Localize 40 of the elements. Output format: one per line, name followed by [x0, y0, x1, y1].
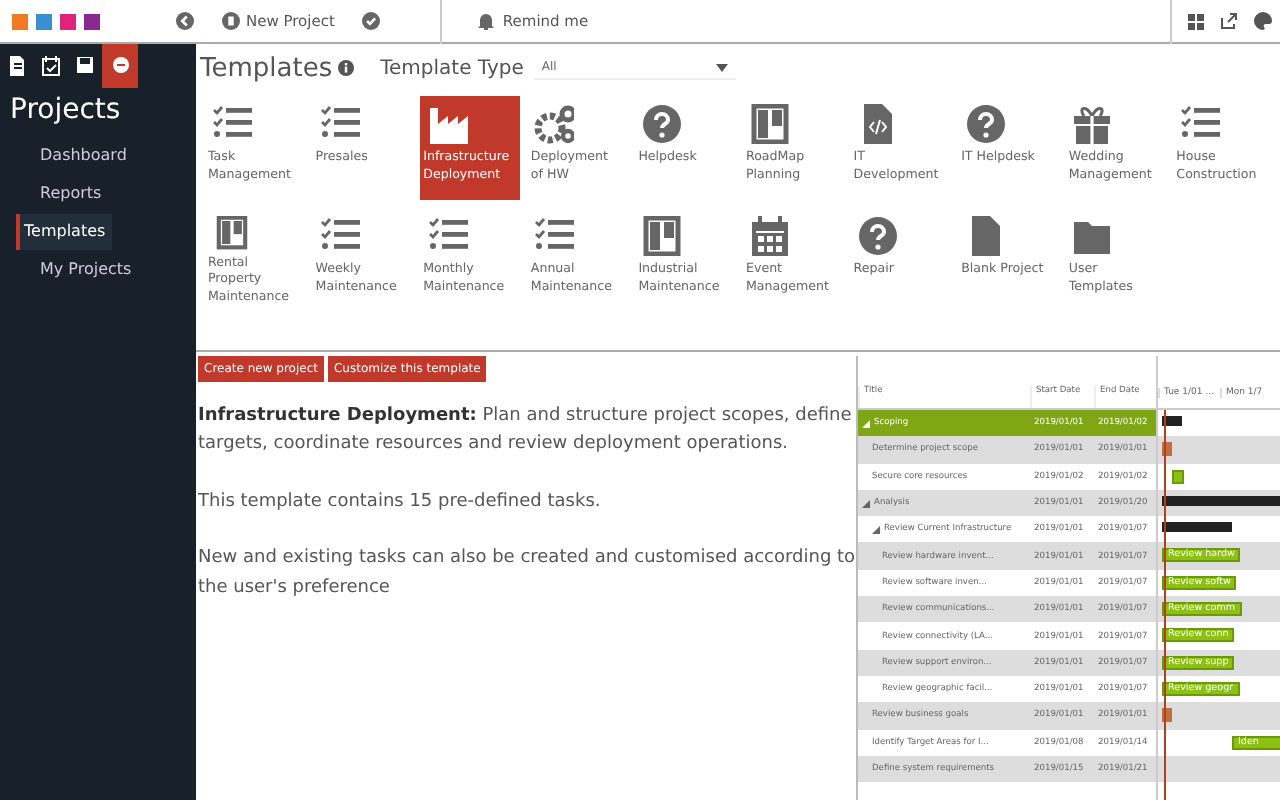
gears-icon — [534, 104, 575, 144]
description-text: Infrastructure Deployment: Plan and structure project scopes, define targets, coordinate resources and review deployment operations. — [198, 404, 854, 459]
share-icon[interactable] — [1220, 12, 1238, 30]
sidebar-item[interactable]: My Projects — [16, 252, 132, 288]
filter-label: Template Type — [380, 57, 524, 79]
circle-icon — [111, 56, 129, 76]
question-icon — [965, 104, 1006, 144]
task-bar — [1172, 469, 1184, 484]
question-icon — [642, 104, 683, 144]
summary-bar — [1162, 522, 1232, 533]
info-icon — [338, 60, 355, 76]
calendar-icon — [749, 216, 790, 256]
question-icon — [857, 216, 898, 256]
gift-icon — [1072, 104, 1113, 144]
save-icon — [76, 56, 94, 76]
calendar-icon — [42, 56, 60, 76]
sidebar-item[interactable]: Dashboard — [16, 138, 127, 174]
description-text: This template contains 15 pre-defined tasks. — [198, 489, 603, 516]
page-title: Templates — [200, 53, 333, 83]
bell-icon — [478, 12, 495, 30]
back-icon[interactable] — [176, 12, 194, 30]
board-icon — [642, 216, 683, 256]
board-icon — [212, 216, 252, 249]
palette-icon[interactable] — [1254, 12, 1272, 30]
grid-icon[interactable] — [1188, 13, 1204, 29]
logo-icon — [12, 13, 100, 29]
sidebar-item[interactable]: Reports — [16, 176, 102, 212]
board-icon — [749, 104, 790, 144]
description-text: New and existing tasks can also be created and customised according to the user's preference — [198, 546, 856, 602]
folder-icon — [1072, 216, 1113, 256]
document-icon — [8, 56, 26, 76]
factory-icon — [427, 104, 468, 144]
collapse-icon[interactable] — [872, 525, 880, 534]
summary-bar — [1162, 416, 1182, 426]
collapse-icon[interactable] — [862, 499, 870, 508]
caret-icon — [716, 63, 729, 71]
sidebar-title: Projects — [8, 92, 123, 130]
collapse-icon[interactable] — [862, 419, 870, 428]
check-icon[interactable] — [362, 12, 381, 30]
sidebar-item[interactable]: Templates — [16, 214, 112, 250]
